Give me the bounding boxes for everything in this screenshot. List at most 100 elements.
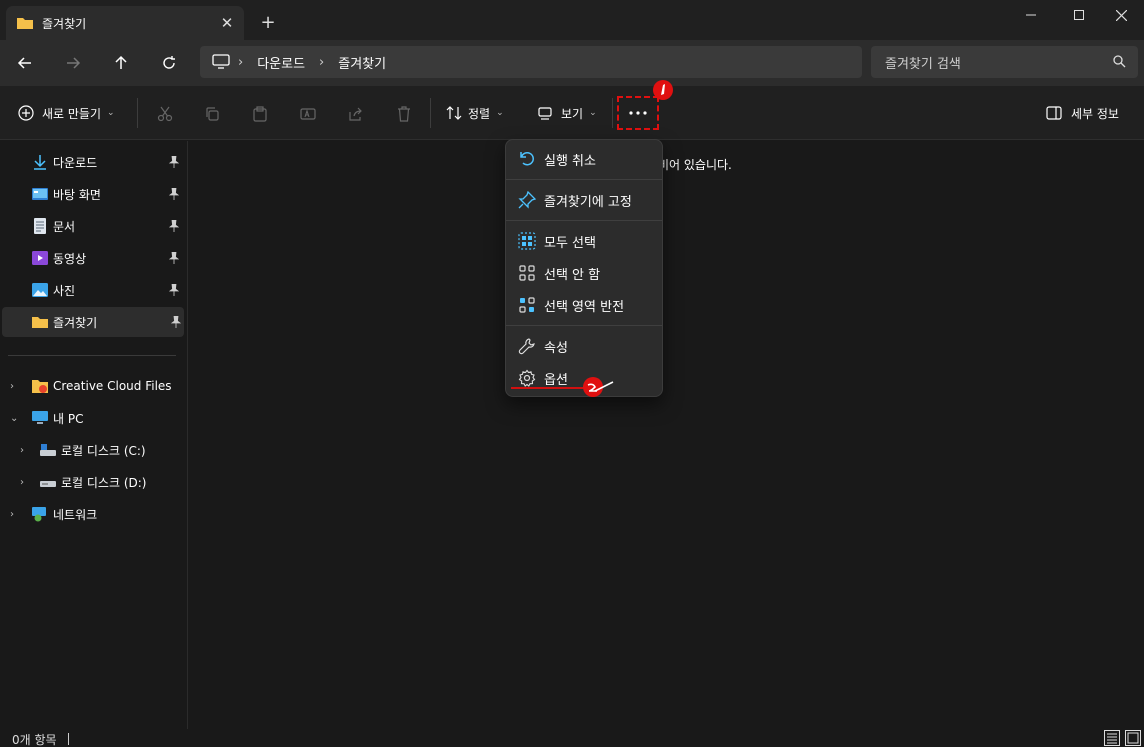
chevron-down-icon: ⌄ xyxy=(589,108,597,118)
clipboard-icon xyxy=(253,106,267,122)
chevron-right-icon[interactable]: › xyxy=(10,381,14,392)
new-tab-button[interactable]: + xyxy=(256,10,280,34)
menu-item-select-none[interactable]: 선택 안 함 xyxy=(510,258,658,288)
navigation-bar: › 다운로드 › 즐겨찾기 즐겨찾기 검색 xyxy=(0,40,1144,86)
menu-item-undo[interactable]: 실행 취소 xyxy=(510,144,658,174)
menu-separator xyxy=(506,220,662,221)
sidebar-item-documents[interactable]: 문서 xyxy=(0,211,185,241)
annotation-underline xyxy=(511,387,591,389)
arrow-up-icon xyxy=(115,55,127,69)
sidebar-divider xyxy=(8,355,176,356)
sidebar-item-this-pc[interactable]: ⌄ 내 PC xyxy=(0,403,185,433)
pc-icon xyxy=(32,411,48,424)
view-button[interactable]: 보기 ⌄ xyxy=(537,100,597,126)
sidebar-item-downloads[interactable]: 다운로드 xyxy=(0,147,185,177)
sidebar-item-label: 다운로드 xyxy=(53,155,98,170)
sidebar-item-pictures[interactable]: 사진 xyxy=(0,275,185,305)
sidebar-item-drive-c[interactable]: › 로컬 디스크 (C:) xyxy=(0,435,185,465)
navigation-pane: 다운로드 바탕 화면 문서 동영상 사진 즐겨찾기 › Creative Clo… xyxy=(0,141,188,729)
copy-button[interactable] xyxy=(201,103,223,125)
up-button[interactable] xyxy=(106,48,136,78)
menu-item-select-all[interactable]: 모두 선택 xyxy=(510,226,658,256)
annotation-marker-2 xyxy=(583,377,614,397)
sidebar-item-label: 사진 xyxy=(53,283,76,298)
details-pane-button[interactable]: 세부 정보 xyxy=(1046,100,1119,126)
sidebar-item-videos[interactable]: 동영상 xyxy=(0,243,185,273)
desktop-icon xyxy=(32,188,48,200)
sort-label: 정렬 xyxy=(468,106,491,121)
chevron-down-icon: ⌄ xyxy=(496,108,504,118)
plus-circle-icon xyxy=(18,105,34,121)
status-bar: 0개 항목 xyxy=(0,729,1144,747)
copy-icon xyxy=(206,107,219,121)
toolbar-divider xyxy=(430,98,431,128)
menu-separator xyxy=(506,179,662,180)
chevron-right-icon[interactable]: › xyxy=(10,509,14,520)
menu-item-label: 즐겨찾기에 고정 xyxy=(544,194,632,210)
share-button[interactable] xyxy=(345,103,367,125)
forward-button[interactable] xyxy=(58,48,88,78)
menu-item-pin[interactable]: 즐겨찾기에 고정 xyxy=(510,185,658,215)
menu-item-label: 옵션 xyxy=(544,372,568,388)
tab-favorites[interactable]: 즐겨찾기 ✕ xyxy=(6,6,244,40)
sidebar-item-favorites[interactable]: 즐겨찾기 xyxy=(2,307,184,337)
address-bar[interactable]: › 다운로드 › 즐겨찾기 xyxy=(200,46,862,78)
sidebar-item-label: 네트워크 xyxy=(53,507,98,522)
refresh-icon xyxy=(163,56,175,69)
menu-item-label: 모두 선택 xyxy=(544,235,596,251)
file-list[interactable]: 비어 있습니다. xyxy=(188,141,1144,729)
sidebar-item-drive-d[interactable]: › 로컬 디스크 (D:) xyxy=(0,467,185,497)
chevron-down-icon[interactable]: ⌄ xyxy=(10,413,18,424)
sort-icon xyxy=(446,106,462,120)
close-tab-icon[interactable]: ✕ xyxy=(218,14,236,32)
view-icon xyxy=(538,107,552,120)
command-bar: 새로 만들기 ⌄ 정렬 ⌄ 보기 ⌄ 세부 정보 xyxy=(0,86,1144,140)
folder-icon xyxy=(17,18,33,29)
sidebar-item-creative-cloud[interactable]: › Creative Cloud Files xyxy=(0,371,185,401)
drive-icon xyxy=(40,444,56,456)
rename-icon xyxy=(300,108,316,120)
details-view-toggle[interactable] xyxy=(1104,730,1120,746)
cut-button[interactable] xyxy=(154,103,176,125)
chevron-right-icon[interactable]: › xyxy=(20,477,24,488)
see-more-menu: 실행 취소 즐겨찾기에 고정 모두 선택 선택 안 함 선택 영역 반전 속성 … xyxy=(505,139,663,397)
sidebar-item-desktop[interactable]: 바탕 화면 xyxy=(0,179,185,209)
breadcrumb-separator: › xyxy=(319,54,325,70)
menu-item-properties[interactable]: 속성 xyxy=(510,331,658,361)
search-input[interactable]: 즐겨찾기 검색 xyxy=(871,46,1138,78)
back-button[interactable] xyxy=(10,48,40,78)
scissors-icon xyxy=(157,106,173,122)
sidebar-item-network[interactable]: › 네트워크 xyxy=(0,499,185,529)
annotation-marker-1 xyxy=(653,80,673,100)
menu-item-invert-selection[interactable]: 선택 영역 반전 xyxy=(510,290,658,320)
menu-item-label: 속성 xyxy=(544,340,568,356)
sidebar-item-label: 동영상 xyxy=(53,251,87,266)
breadcrumb-downloads[interactable]: 다운로드 xyxy=(257,53,305,72)
close-window-button[interactable] xyxy=(1098,0,1144,30)
paste-button[interactable] xyxy=(249,103,271,125)
pc-icon xyxy=(212,54,230,69)
folder-icon xyxy=(32,317,48,328)
see-more-button[interactable] xyxy=(617,96,659,130)
toolbar-divider xyxy=(612,98,613,128)
rename-button[interactable] xyxy=(297,103,319,125)
pin-icon xyxy=(169,252,179,264)
arrow-right-icon xyxy=(67,57,81,69)
delete-button[interactable] xyxy=(393,103,415,125)
download-icon xyxy=(34,155,46,170)
sort-button[interactable]: 정렬 ⌄ xyxy=(446,100,504,126)
document-icon xyxy=(34,218,46,234)
new-label: 새로 만들기 xyxy=(42,106,102,121)
chevron-right-icon[interactable]: › xyxy=(20,445,24,456)
pin-icon xyxy=(169,284,179,296)
drive-icon xyxy=(40,481,56,487)
search-icon xyxy=(1113,55,1126,68)
menu-separator xyxy=(506,325,662,326)
minimize-button[interactable] xyxy=(1008,0,1054,30)
large-icons-view-toggle[interactable] xyxy=(1125,730,1141,746)
maximize-button[interactable] xyxy=(1056,0,1102,30)
refresh-button[interactable] xyxy=(154,48,184,78)
undo-icon xyxy=(520,152,534,166)
new-button[interactable]: 새로 만들기 ⌄ xyxy=(18,100,115,126)
breadcrumb-favorites[interactable]: 즐겨찾기 xyxy=(338,53,386,72)
